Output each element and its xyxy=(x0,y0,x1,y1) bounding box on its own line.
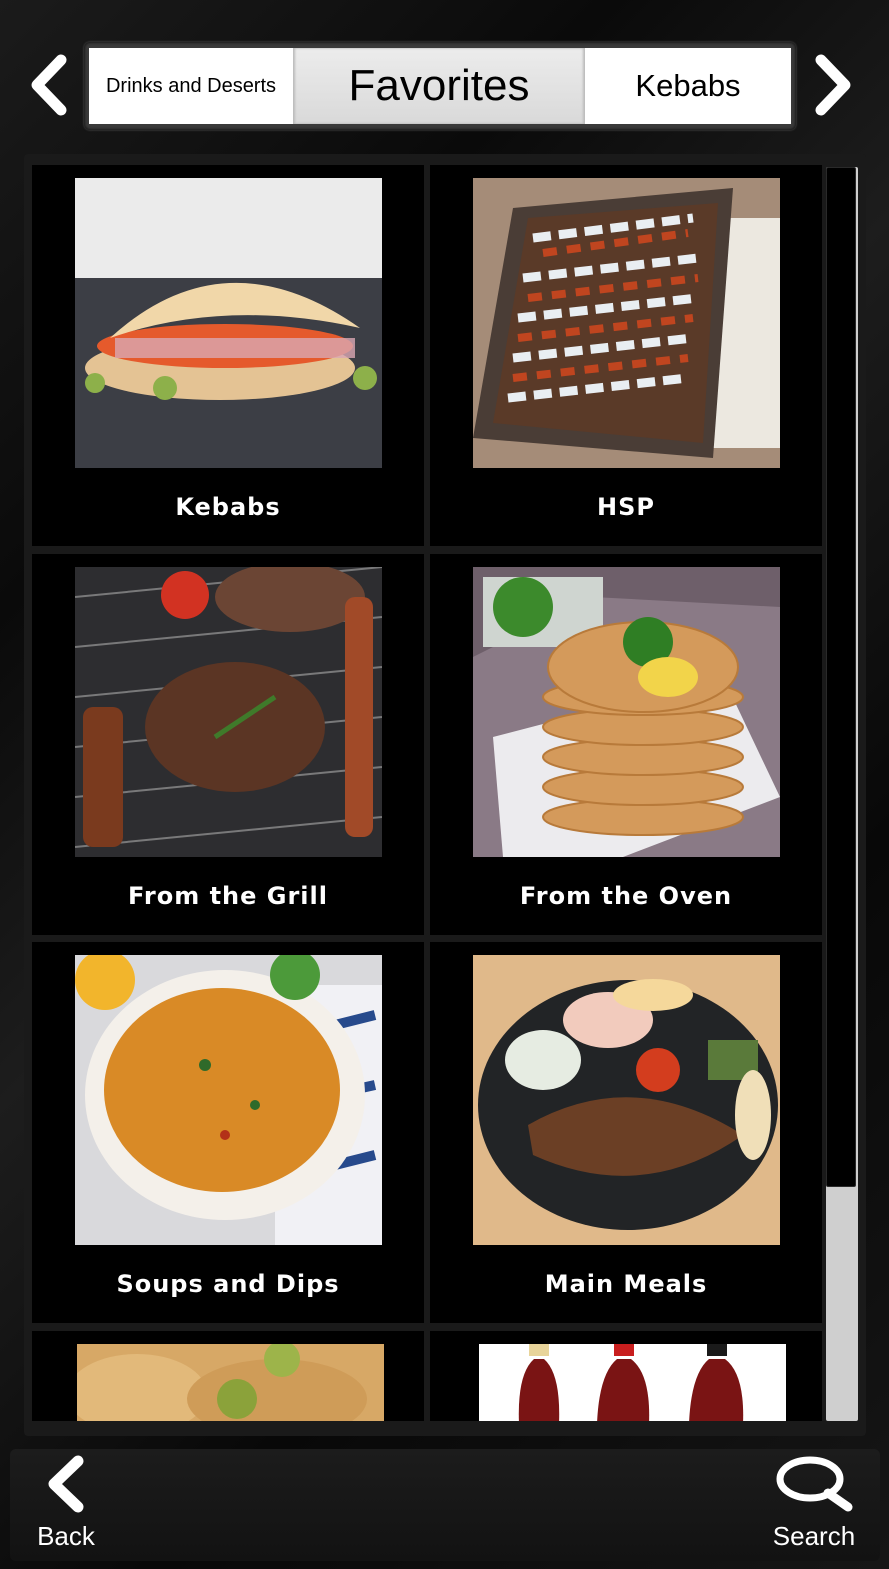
category-header: Drinks and Deserts Favorites Kebabs xyxy=(0,0,889,150)
category-tabs: Drinks and Deserts Favorites Kebabs xyxy=(89,48,791,124)
lentil-soup-image xyxy=(75,955,382,1245)
menu-grid[interactable]: Kebabs HSP From the Grill From the Oven … xyxy=(32,165,822,1421)
menu-card-from-the-oven[interactable]: From the Oven xyxy=(430,554,822,935)
footer-bar xyxy=(10,1449,880,1561)
previous-category-button[interactable] xyxy=(24,50,74,120)
chevron-left-icon xyxy=(48,1455,84,1513)
menu-card-kebabs[interactable]: Kebabs xyxy=(32,165,424,546)
doner-plate-image xyxy=(473,955,780,1245)
search-icon xyxy=(776,1456,853,1512)
menu-card-label: HSP xyxy=(597,493,655,521)
menu-card-from-the-grill[interactable]: From the Grill xyxy=(32,554,424,935)
baklava-image xyxy=(77,1344,384,1421)
menu-card-desserts[interactable] xyxy=(32,1331,424,1421)
menu-card-label: Soups and Dips xyxy=(116,1270,340,1298)
lahmacun-image xyxy=(473,567,780,857)
menu-card-hsp[interactable]: HSP xyxy=(430,165,822,546)
menu-card-drinks[interactable] xyxy=(430,1331,822,1421)
menu-card-label: Main Meals xyxy=(544,1270,708,1298)
app-root: Drinks and Deserts Favorites Kebabs Keba… xyxy=(0,0,889,1569)
hsp-box-image xyxy=(473,178,780,468)
tab-previous[interactable]: Drinks and Deserts xyxy=(89,48,293,124)
menu-card-main-meals[interactable]: Main Meals xyxy=(430,942,822,1323)
menu-card-label: Kebabs xyxy=(175,493,281,521)
grill-image xyxy=(75,567,382,857)
search-button[interactable]: Search xyxy=(768,1455,860,1555)
chevron-left-icon xyxy=(31,54,67,116)
chevron-right-icon xyxy=(815,54,851,116)
menu-card-label: From the Oven xyxy=(519,882,733,910)
back-label: Back xyxy=(37,1521,95,1551)
menu-card-label: From the Grill xyxy=(128,882,328,910)
tab-current[interactable]: Favorites xyxy=(293,48,585,124)
menu-card-soups-and-dips[interactable]: Soups and Dips xyxy=(32,942,424,1323)
cola-bottles-image xyxy=(479,1344,786,1421)
search-label: Search xyxy=(772,1521,856,1551)
back-button[interactable]: Back xyxy=(30,1455,102,1555)
next-category-button[interactable] xyxy=(808,50,858,120)
kebab-sandwich-image xyxy=(75,178,382,468)
grid-scrollbar-thumb[interactable] xyxy=(826,167,856,1187)
tab-next[interactable]: Kebabs xyxy=(585,48,791,124)
